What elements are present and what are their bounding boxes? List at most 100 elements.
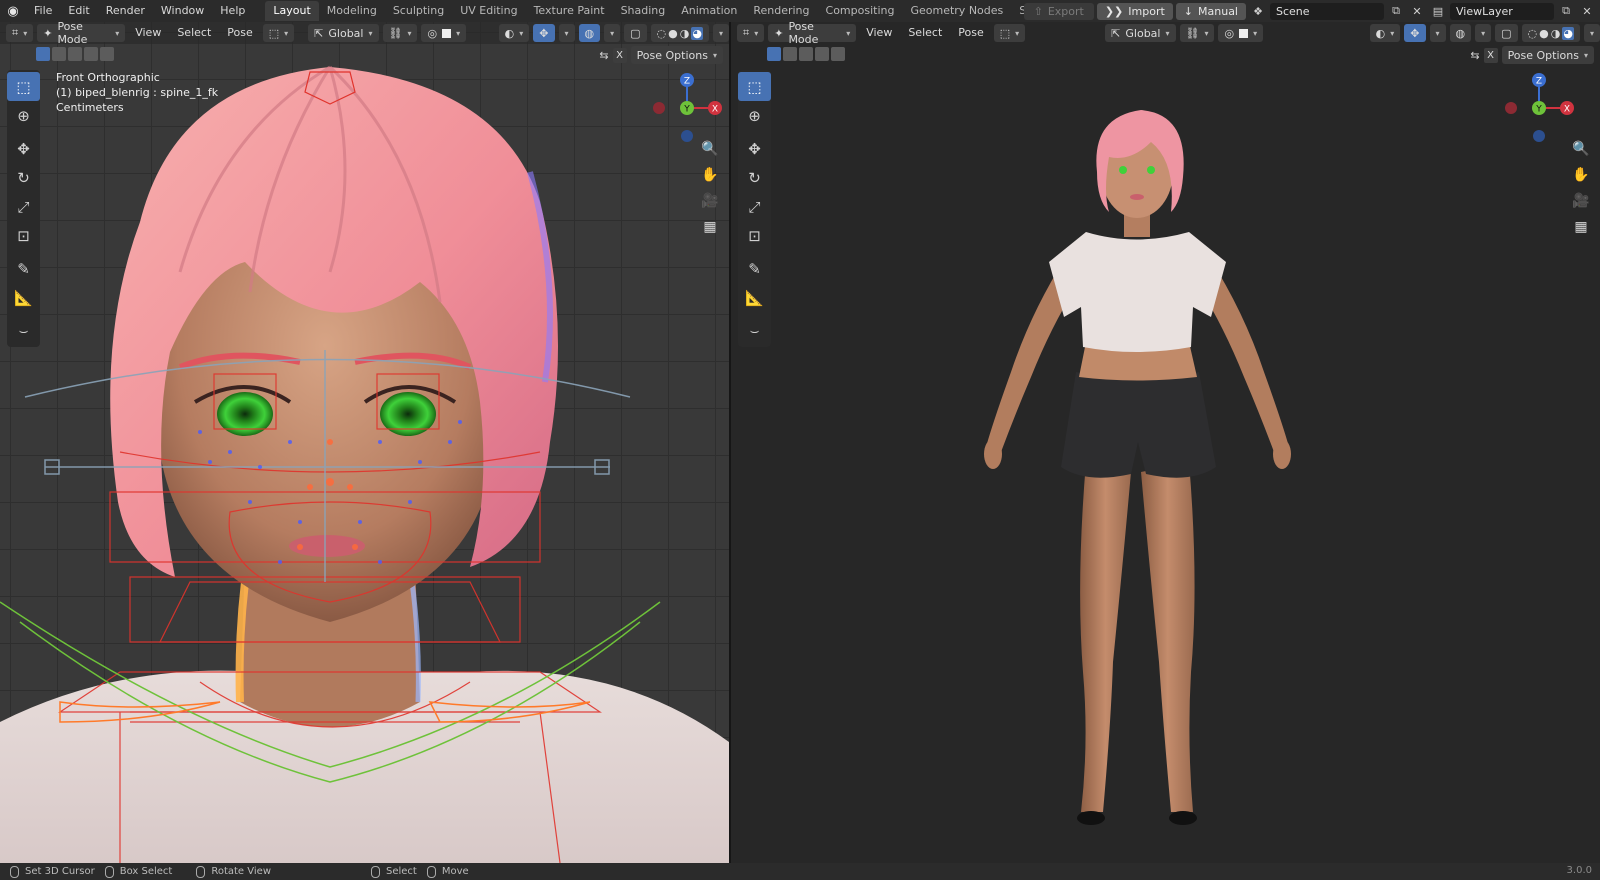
menu-render[interactable]: Render	[98, 0, 153, 22]
editor-type-button[interactable]: ⌗ ▾	[6, 24, 34, 42]
orientation-dropdown[interactable]: ⇱ Global ▾	[1105, 24, 1176, 42]
scale-tool-icon[interactable]: ⤢	[738, 192, 771, 221]
tab-animation[interactable]: Animation	[673, 1, 745, 21]
measure-tool-icon[interactable]: 📐	[738, 283, 771, 312]
tab-sculpting[interactable]: Sculpting	[385, 1, 452, 21]
select-extend-icon[interactable]	[783, 47, 797, 61]
scene-field[interactable]: Scene	[1270, 2, 1384, 20]
viewlayer-field[interactable]: ViewLayer	[1450, 2, 1554, 20]
transform-tool-icon[interactable]: ⊡	[738, 221, 771, 250]
shading-buttons[interactable]: ◌ ● ◑ ◕	[1521, 24, 1580, 42]
menu-file[interactable]: File	[26, 0, 60, 22]
pivot-dropdown[interactable]: ⛓ ▾	[1179, 24, 1215, 42]
menu-help[interactable]: Help	[212, 0, 253, 22]
pan-hand-icon[interactable]: ✋	[698, 164, 722, 186]
scene-browse-icon[interactable]: ❖	[1249, 3, 1267, 20]
tab-geometry-nodes[interactable]: Geometry Nodes	[902, 1, 1011, 21]
mirror-icon[interactable]: ⇆	[1470, 49, 1479, 62]
tab-layout[interactable]: Layout	[265, 1, 319, 21]
gizmo-toggle[interactable]: ✥	[1404, 24, 1426, 42]
select-box-tool-icon[interactable]: ⬚	[738, 72, 771, 101]
tab-shading[interactable]: Shading	[613, 1, 674, 21]
overlay-dropdown[interactable]: ▾	[1475, 24, 1492, 42]
shading-dropdown[interactable]: ▾	[712, 24, 729, 42]
menu-pose[interactable]: Pose	[952, 24, 989, 42]
select-difference-icon[interactable]	[84, 47, 98, 61]
measure-tool-icon[interactable]: 📐	[7, 283, 40, 312]
delete-scene-icon[interactable]: ✕	[1408, 3, 1426, 20]
wireframe-shading-icon[interactable]: ◌	[1528, 27, 1538, 40]
x-mirror-button[interactable]: X	[1483, 47, 1498, 63]
viewport-right[interactable]: ⌗ ▾ ✦ Pose Mode ▾ View Select Pose ⬚ ▾ ⇱ Glob…	[731, 22, 1600, 863]
rotate-tool-icon[interactable]: ↻	[738, 163, 771, 192]
menu-select[interactable]: Select	[902, 24, 948, 42]
select-extend-icon[interactable]	[52, 47, 66, 61]
ortho-grid-icon[interactable]: ▦	[698, 216, 722, 238]
select-difference-icon[interactable]	[815, 47, 829, 61]
tab-modeling[interactable]: Modeling	[319, 1, 385, 21]
tab-rendering[interactable]: Rendering	[745, 1, 817, 21]
editor-type-button[interactable]: ⌗ ▾	[737, 24, 765, 42]
annotate-tool-icon[interactable]: ✎	[7, 254, 40, 283]
menu-view[interactable]: View	[860, 24, 898, 42]
overlay-toggle[interactable]: ◍	[578, 24, 601, 42]
tab-compositing[interactable]: Compositing	[818, 1, 903, 21]
material-shading-icon[interactable]: ◑	[680, 27, 690, 40]
pan-hand-icon[interactable]: ✋	[1569, 164, 1593, 186]
xray-toggle[interactable]: ▢	[624, 24, 647, 42]
relax-tool-icon[interactable]: ⌣	[738, 316, 771, 345]
tab-uv-editing[interactable]: UV Editing	[452, 1, 525, 21]
move-tool-icon[interactable]: ✥	[7, 134, 40, 163]
mirror-icon[interactable]: ⇆	[599, 49, 608, 62]
orientation-dropdown[interactable]: ⇱ Global ▾	[308, 24, 379, 42]
solid-shading-icon[interactable]: ●	[668, 27, 678, 40]
navigation-gizmo[interactable]: Z X Y	[649, 70, 725, 146]
menu-select[interactable]: Select	[171, 24, 217, 42]
navigation-gizmo[interactable]: Z X Y	[1501, 70, 1577, 146]
solid-shading-icon[interactable]: ●	[1539, 27, 1549, 40]
zoom-icon[interactable]: 🔍	[698, 138, 722, 160]
menu-edit[interactable]: Edit	[60, 0, 97, 22]
move-tool-icon[interactable]: ✥	[738, 134, 771, 163]
gizmo-dropdown[interactable]: ▾	[1429, 24, 1446, 42]
menu-window[interactable]: Window	[153, 0, 212, 22]
zoom-icon[interactable]: 🔍	[1569, 138, 1593, 160]
pivot-dropdown[interactable]: ⛓ ▾	[382, 24, 418, 42]
viewlayer-browse-icon[interactable]: ▤	[1429, 3, 1447, 20]
gizmo-toggle[interactable]: ✥	[533, 24, 555, 42]
scale-tool-icon[interactable]: ⤢	[7, 192, 40, 221]
overlay-toggle[interactable]: ◍	[1449, 24, 1472, 42]
mode-dropdown[interactable]: ✦ Pose Mode ▾	[768, 22, 857, 46]
xray-toggle[interactable]: ▢	[1495, 24, 1518, 42]
camera-view-icon[interactable]: 🎥	[698, 190, 722, 212]
shading-dropdown[interactable]: ▾	[1583, 24, 1600, 42]
relax-tool-icon[interactable]: ⌣	[7, 316, 40, 345]
select-intersect-icon[interactable]	[100, 47, 114, 61]
select-set-icon[interactable]	[36, 47, 50, 61]
overlay-dropdown[interactable]: ▾	[604, 24, 621, 42]
select-subtract-icon[interactable]	[799, 47, 813, 61]
menu-pose[interactable]: Pose	[221, 24, 258, 42]
blender-logo-icon[interactable]: ◉	[0, 0, 26, 22]
select-intersect-icon[interactable]	[831, 47, 845, 61]
cursor-tool-icon[interactable]: ⊕	[738, 101, 771, 130]
export-button[interactable]: ⇧ Export	[1023, 2, 1094, 20]
mode-dropdown[interactable]: ✦ Pose Mode ▾	[37, 22, 126, 46]
select-subtract-icon[interactable]	[68, 47, 82, 61]
camera-view-icon[interactable]: 🎥	[1569, 190, 1593, 212]
proportional-edit-button[interactable]: ◎ ▾	[1218, 24, 1264, 42]
import-button[interactable]: ❯❯ Import	[1096, 2, 1173, 20]
viewport-left[interactable]: ⌗ ▾ ✦ Pose Mode ▾ View Select Pose ⬚ ▾ ⇱ Glob…	[0, 22, 729, 863]
duplicate-viewlayer-icon[interactable]: ⧉	[1557, 3, 1575, 20]
material-shading-icon[interactable]: ◑	[1551, 27, 1561, 40]
x-mirror-button[interactable]: X	[612, 47, 627, 63]
menu-view[interactable]: View	[129, 24, 167, 42]
rendered-shading-icon[interactable]: ◕	[1562, 26, 1574, 40]
visibility-button[interactable]: ◐ ▾	[498, 24, 530, 42]
delete-viewlayer-icon[interactable]: ✕	[1578, 3, 1596, 20]
visibility-button[interactable]: ◐ ▾	[1369, 24, 1401, 42]
wireframe-shading-icon[interactable]: ◌	[657, 27, 667, 40]
snap-button[interactable]: ⬚ ▾	[993, 24, 1026, 42]
duplicate-scene-icon[interactable]: ⧉	[1387, 3, 1405, 20]
annotate-tool-icon[interactable]: ✎	[738, 254, 771, 283]
